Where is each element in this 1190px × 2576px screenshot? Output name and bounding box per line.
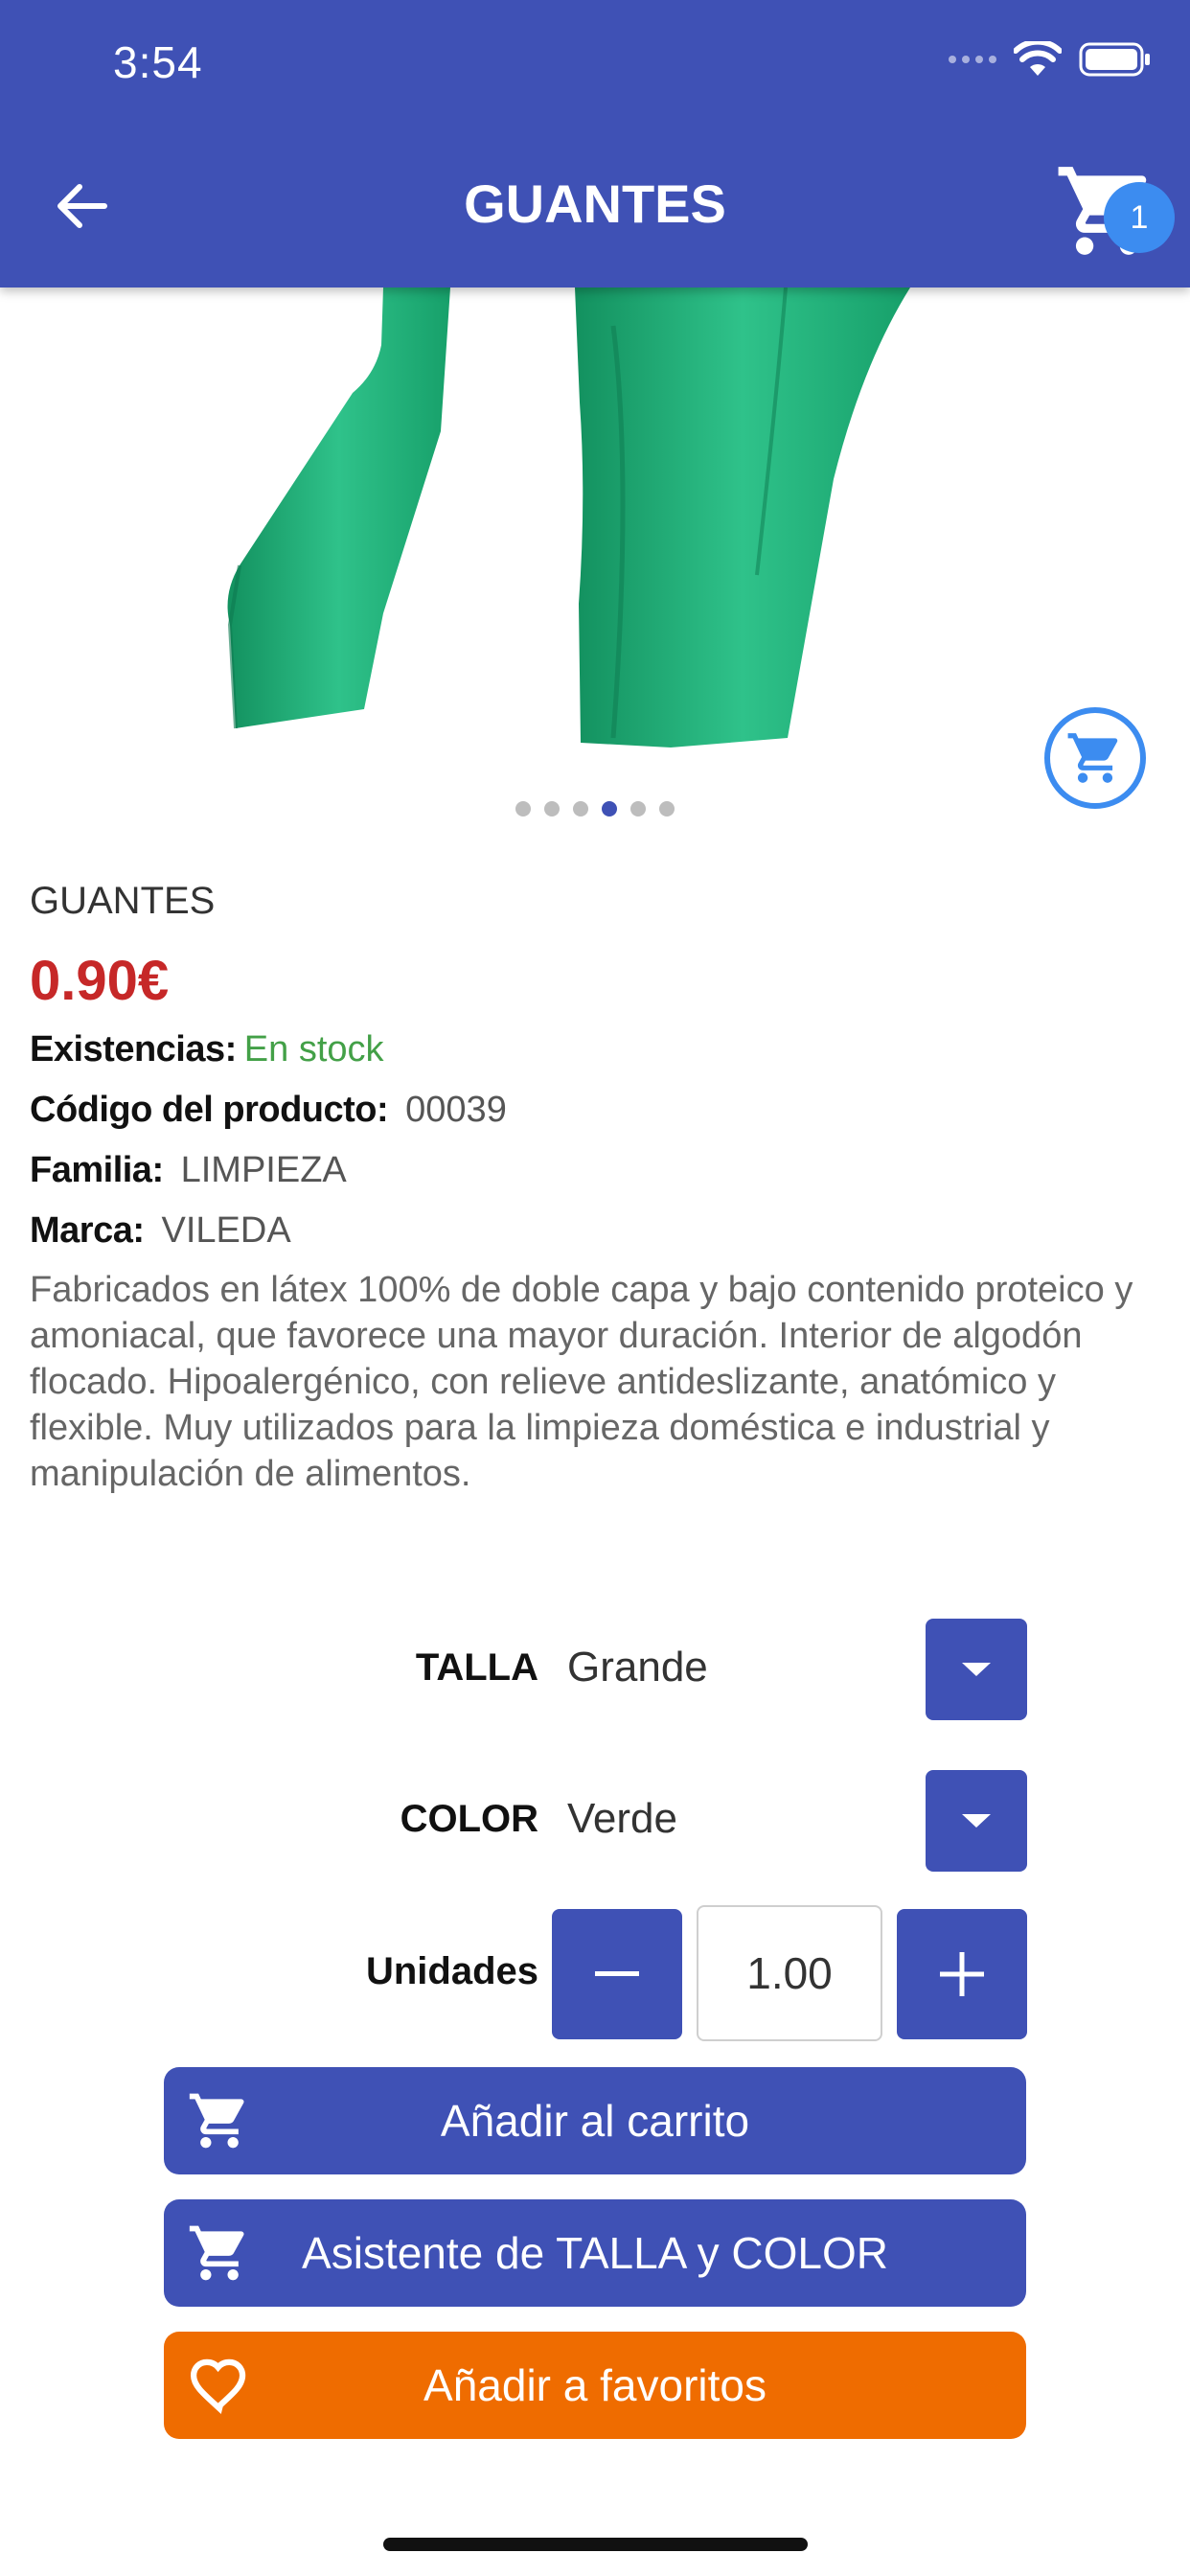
carousel-dot[interactable]	[630, 801, 646, 816]
decrease-quantity-button[interactable]	[552, 1909, 682, 2039]
cart-icon	[189, 2093, 244, 2149]
cart-icon	[1067, 733, 1118, 783]
carousel-dots[interactable]	[0, 801, 1190, 816]
heart-icon	[190, 2358, 246, 2414]
add-to-favorites-label: Añadir a favoritos	[423, 2360, 767, 2410]
caret-down-icon	[962, 1814, 991, 1828]
color-label: COLOR	[400, 1798, 538, 1840]
quick-add-cart-button[interactable]	[1044, 707, 1146, 809]
plus-icon	[940, 1952, 984, 1996]
cart-icon	[189, 2225, 244, 2281]
app-bar: 3:54 GUANTES 1	[0, 0, 1190, 288]
home-indicator	[383, 2538, 808, 2551]
product-name: GUANTES	[30, 880, 216, 922]
product-price: 0.90€	[30, 950, 170, 1012]
size-label: TALLA	[415, 1646, 538, 1689]
caret-down-icon	[962, 1663, 991, 1676]
stock-value: En stock	[243, 1029, 384, 1070]
page-title: GUANTES	[464, 173, 726, 234]
color-select[interactable]: Verde	[567, 1795, 677, 1843]
status-icons	[949, 40, 1152, 79]
carousel-dot[interactable]	[659, 801, 675, 816]
status-time: 3:54	[113, 37, 203, 87]
size-color-assistant-label: Asistente de TALLA y COLOR	[302, 2228, 888, 2278]
carousel-dot[interactable]	[573, 801, 588, 816]
add-to-cart-label: Añadir al carrito	[440, 2096, 750, 2146]
cart-count-badge: 1	[1104, 182, 1175, 253]
increase-quantity-button[interactable]	[897, 1909, 1027, 2039]
minus-icon	[595, 1971, 639, 1976]
family-row: Familia: LIMPIEZA	[30, 1150, 347, 1191]
brand-value: VILEDA	[161, 1210, 291, 1251]
signal-icon	[949, 56, 996, 63]
size-color-assistant-button[interactable]: Asistente de TALLA y COLOR	[164, 2199, 1026, 2307]
wifi-icon	[1014, 41, 1062, 76]
carousel-dot[interactable]	[544, 801, 560, 816]
battery-icon	[1079, 42, 1150, 77]
color-dropdown-button[interactable]	[926, 1770, 1027, 1872]
family-value: LIMPIEZA	[180, 1150, 347, 1190]
glove-image	[227, 288, 910, 748]
carousel-dot[interactable]	[515, 801, 531, 816]
brand-label: Marca:	[30, 1210, 145, 1251]
stock-label: Existencias:	[30, 1029, 237, 1070]
code-row: Código del producto: 00039	[30, 1090, 507, 1131]
add-to-cart-button[interactable]: Añadir al carrito	[164, 2067, 1026, 2174]
stock-row: Existencias: En stock	[30, 1029, 384, 1070]
family-label: Familia:	[30, 1150, 164, 1190]
size-dropdown-button[interactable]	[926, 1619, 1027, 1720]
carousel-dot[interactable]	[602, 801, 617, 816]
code-label: Código del producto:	[30, 1090, 389, 1130]
units-label: Unidades	[365, 1950, 538, 1992]
add-to-favorites-button[interactable]: Añadir a favoritos	[164, 2332, 1026, 2439]
size-select[interactable]: Grande	[567, 1644, 708, 1691]
quantity-input[interactable]: 1.00	[697, 1905, 882, 2041]
code-value: 00039	[405, 1090, 507, 1130]
product-image[interactable]	[0, 288, 1190, 786]
product-description: Fabricados en látex 100% de doble capa y…	[30, 1270, 1133, 1494]
brand-row: Marca: VILEDA	[30, 1210, 291, 1252]
